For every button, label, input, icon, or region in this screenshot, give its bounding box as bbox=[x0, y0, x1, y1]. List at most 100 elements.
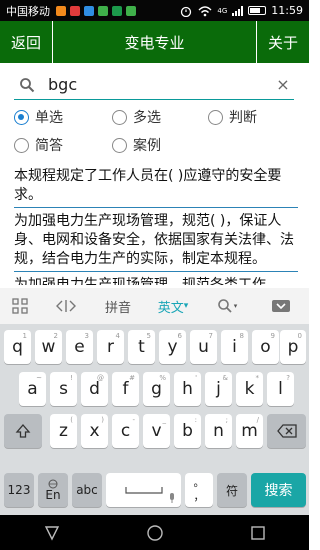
key-d[interactable]: @ d bbox=[81, 372, 108, 406]
key-l[interactable]: ? l bbox=[267, 372, 294, 406]
about-button[interactable]: 关于 bbox=[257, 21, 309, 63]
radio-label: 案例 bbox=[133, 138, 161, 154]
notification-icon bbox=[70, 5, 80, 16]
key-label: t bbox=[138, 337, 145, 357]
recents-nav-icon[interactable] bbox=[250, 525, 266, 541]
language-key[interactable]: En bbox=[38, 473, 68, 507]
backspace-icon bbox=[276, 424, 297, 438]
language-label: En bbox=[45, 488, 61, 502]
back-button[interactable]: 返回 bbox=[0, 21, 52, 63]
key-m[interactable]: / m bbox=[236, 414, 263, 448]
cursor-move-icon[interactable] bbox=[40, 288, 92, 324]
period-label: 。 bbox=[193, 476, 205, 489]
key-label: a bbox=[27, 379, 38, 399]
key-n[interactable]: ; n bbox=[205, 414, 232, 448]
key-y[interactable]: 6y bbox=[159, 330, 186, 364]
dropdown-arrow-icon: ▾ bbox=[183, 301, 189, 311]
numbers-key[interactable]: 123 bbox=[4, 473, 34, 507]
clear-icon[interactable]: × bbox=[272, 75, 294, 94]
grid-icon[interactable] bbox=[0, 288, 40, 324]
radio-case[interactable]: 案例 bbox=[112, 135, 208, 155]
keyboard-search-icon[interactable]: ▾ bbox=[202, 288, 252, 324]
space-icon bbox=[124, 487, 163, 494]
symbols-key[interactable]: 符 bbox=[217, 473, 247, 507]
list-item[interactable]: 为加强电力生产现场管理，规范( )，保证人身、电网和设备安全，依据国家有关法律、… bbox=[14, 212, 298, 272]
key-q[interactable]: 1q bbox=[4, 330, 31, 364]
radio-label: 判断 bbox=[229, 110, 257, 126]
key-o[interactable]: 9o bbox=[252, 330, 279, 364]
key-hint: ' bbox=[195, 374, 197, 382]
notification-icon bbox=[112, 5, 122, 16]
hide-keyboard-icon[interactable] bbox=[252, 288, 309, 324]
alarm-icon bbox=[181, 6, 192, 17]
key-label: y bbox=[167, 337, 178, 357]
key-i[interactable]: 8i bbox=[221, 330, 248, 364]
key-j[interactable]: & j bbox=[205, 372, 232, 406]
key-k[interactable]: * k bbox=[236, 372, 263, 406]
key-hint: 8 bbox=[239, 332, 244, 340]
key-w[interactable]: 2w bbox=[35, 330, 62, 364]
key-label: l bbox=[278, 379, 283, 399]
key-hint: 1 bbox=[22, 332, 27, 340]
punctuation-key[interactable]: 。 ， bbox=[185, 473, 213, 507]
key-label: z bbox=[59, 421, 68, 441]
chevron-icon: ▾ bbox=[233, 302, 238, 310]
key-label: g bbox=[151, 379, 162, 399]
list-item[interactable]: 为加强电力生产现场管理，规范各类工作 bbox=[14, 276, 298, 285]
radio-unchecked-icon bbox=[112, 137, 127, 153]
signal-icon bbox=[232, 5, 244, 16]
key-h[interactable]: ' h bbox=[174, 372, 201, 406]
radio-single[interactable]: 单选 bbox=[14, 107, 112, 127]
key-label: j bbox=[216, 379, 221, 399]
key-f[interactable]: # f bbox=[112, 372, 139, 406]
key-hint: 3 bbox=[84, 332, 89, 340]
key-hint: @ bbox=[97, 374, 104, 382]
radio-short[interactable]: 简答 bbox=[14, 135, 112, 155]
key-label: d bbox=[89, 379, 100, 399]
key-p[interactable]: 0p bbox=[280, 330, 306, 364]
key-s[interactable]: ! s bbox=[50, 372, 77, 406]
question-type-group: 单选 多选 判断 简答 案例 bbox=[14, 104, 304, 160]
navigation-bar bbox=[0, 515, 309, 550]
key-e[interactable]: 3e bbox=[66, 330, 93, 364]
radio-checked-icon bbox=[14, 109, 29, 125]
key-label: v bbox=[151, 421, 162, 441]
title-bar: 返回 变电专业 关于 bbox=[0, 21, 309, 63]
list-item[interactable]: 本规程规定了工作人员在( )应遵守的安全要求。 bbox=[14, 167, 298, 208]
radio-label: 简答 bbox=[35, 138, 63, 154]
radio-judge[interactable]: 判断 bbox=[208, 107, 257, 127]
pinyin-tab[interactable]: 拼音 bbox=[92, 288, 144, 324]
radio-unchecked-icon bbox=[14, 137, 29, 153]
shift-key[interactable] bbox=[4, 414, 42, 448]
radio-multi[interactable]: 多选 bbox=[112, 107, 208, 127]
radio-label: 多选 bbox=[133, 110, 161, 126]
key-hint: & bbox=[222, 374, 228, 382]
space-key[interactable] bbox=[106, 473, 181, 507]
key-x[interactable]: ) x bbox=[81, 414, 108, 448]
notification-icon bbox=[84, 5, 94, 16]
search-input[interactable] bbox=[40, 75, 272, 94]
key-z[interactable]: (z bbox=[50, 414, 77, 448]
key-t[interactable]: 5t bbox=[128, 330, 155, 364]
key-hint: ~ bbox=[36, 374, 42, 382]
key-r[interactable]: 4r bbox=[97, 330, 124, 364]
key-g[interactable]: % g bbox=[143, 372, 170, 406]
backspace-key[interactable] bbox=[267, 414, 306, 448]
key-hint: _ bbox=[162, 416, 167, 424]
key-label: s bbox=[59, 379, 68, 399]
key-label: i bbox=[232, 337, 237, 357]
key-v[interactable]: _ v bbox=[143, 414, 170, 448]
search-key[interactable]: 搜索 bbox=[251, 473, 306, 507]
key-u[interactable]: 7u bbox=[190, 330, 217, 364]
english-tab[interactable]: 英文 ▾ bbox=[144, 288, 202, 324]
home-nav-icon[interactable] bbox=[146, 524, 164, 542]
soft-keyboard: 拼音 英文 ▾ ▾ 1q 2w 3e 4r 5t 6y 7u 8i 9o 0p ~… bbox=[0, 288, 309, 515]
back-nav-icon[interactable] bbox=[43, 525, 61, 541]
key-hint: 5 bbox=[146, 332, 151, 340]
key-b[interactable]: :b bbox=[174, 414, 201, 448]
network-type: 4G bbox=[217, 6, 228, 15]
key-c[interactable]: -c bbox=[112, 414, 139, 448]
key-a[interactable]: ~ a bbox=[19, 372, 46, 406]
key-hint: 9 bbox=[270, 332, 275, 340]
abc-key[interactable]: abc bbox=[72, 473, 102, 507]
